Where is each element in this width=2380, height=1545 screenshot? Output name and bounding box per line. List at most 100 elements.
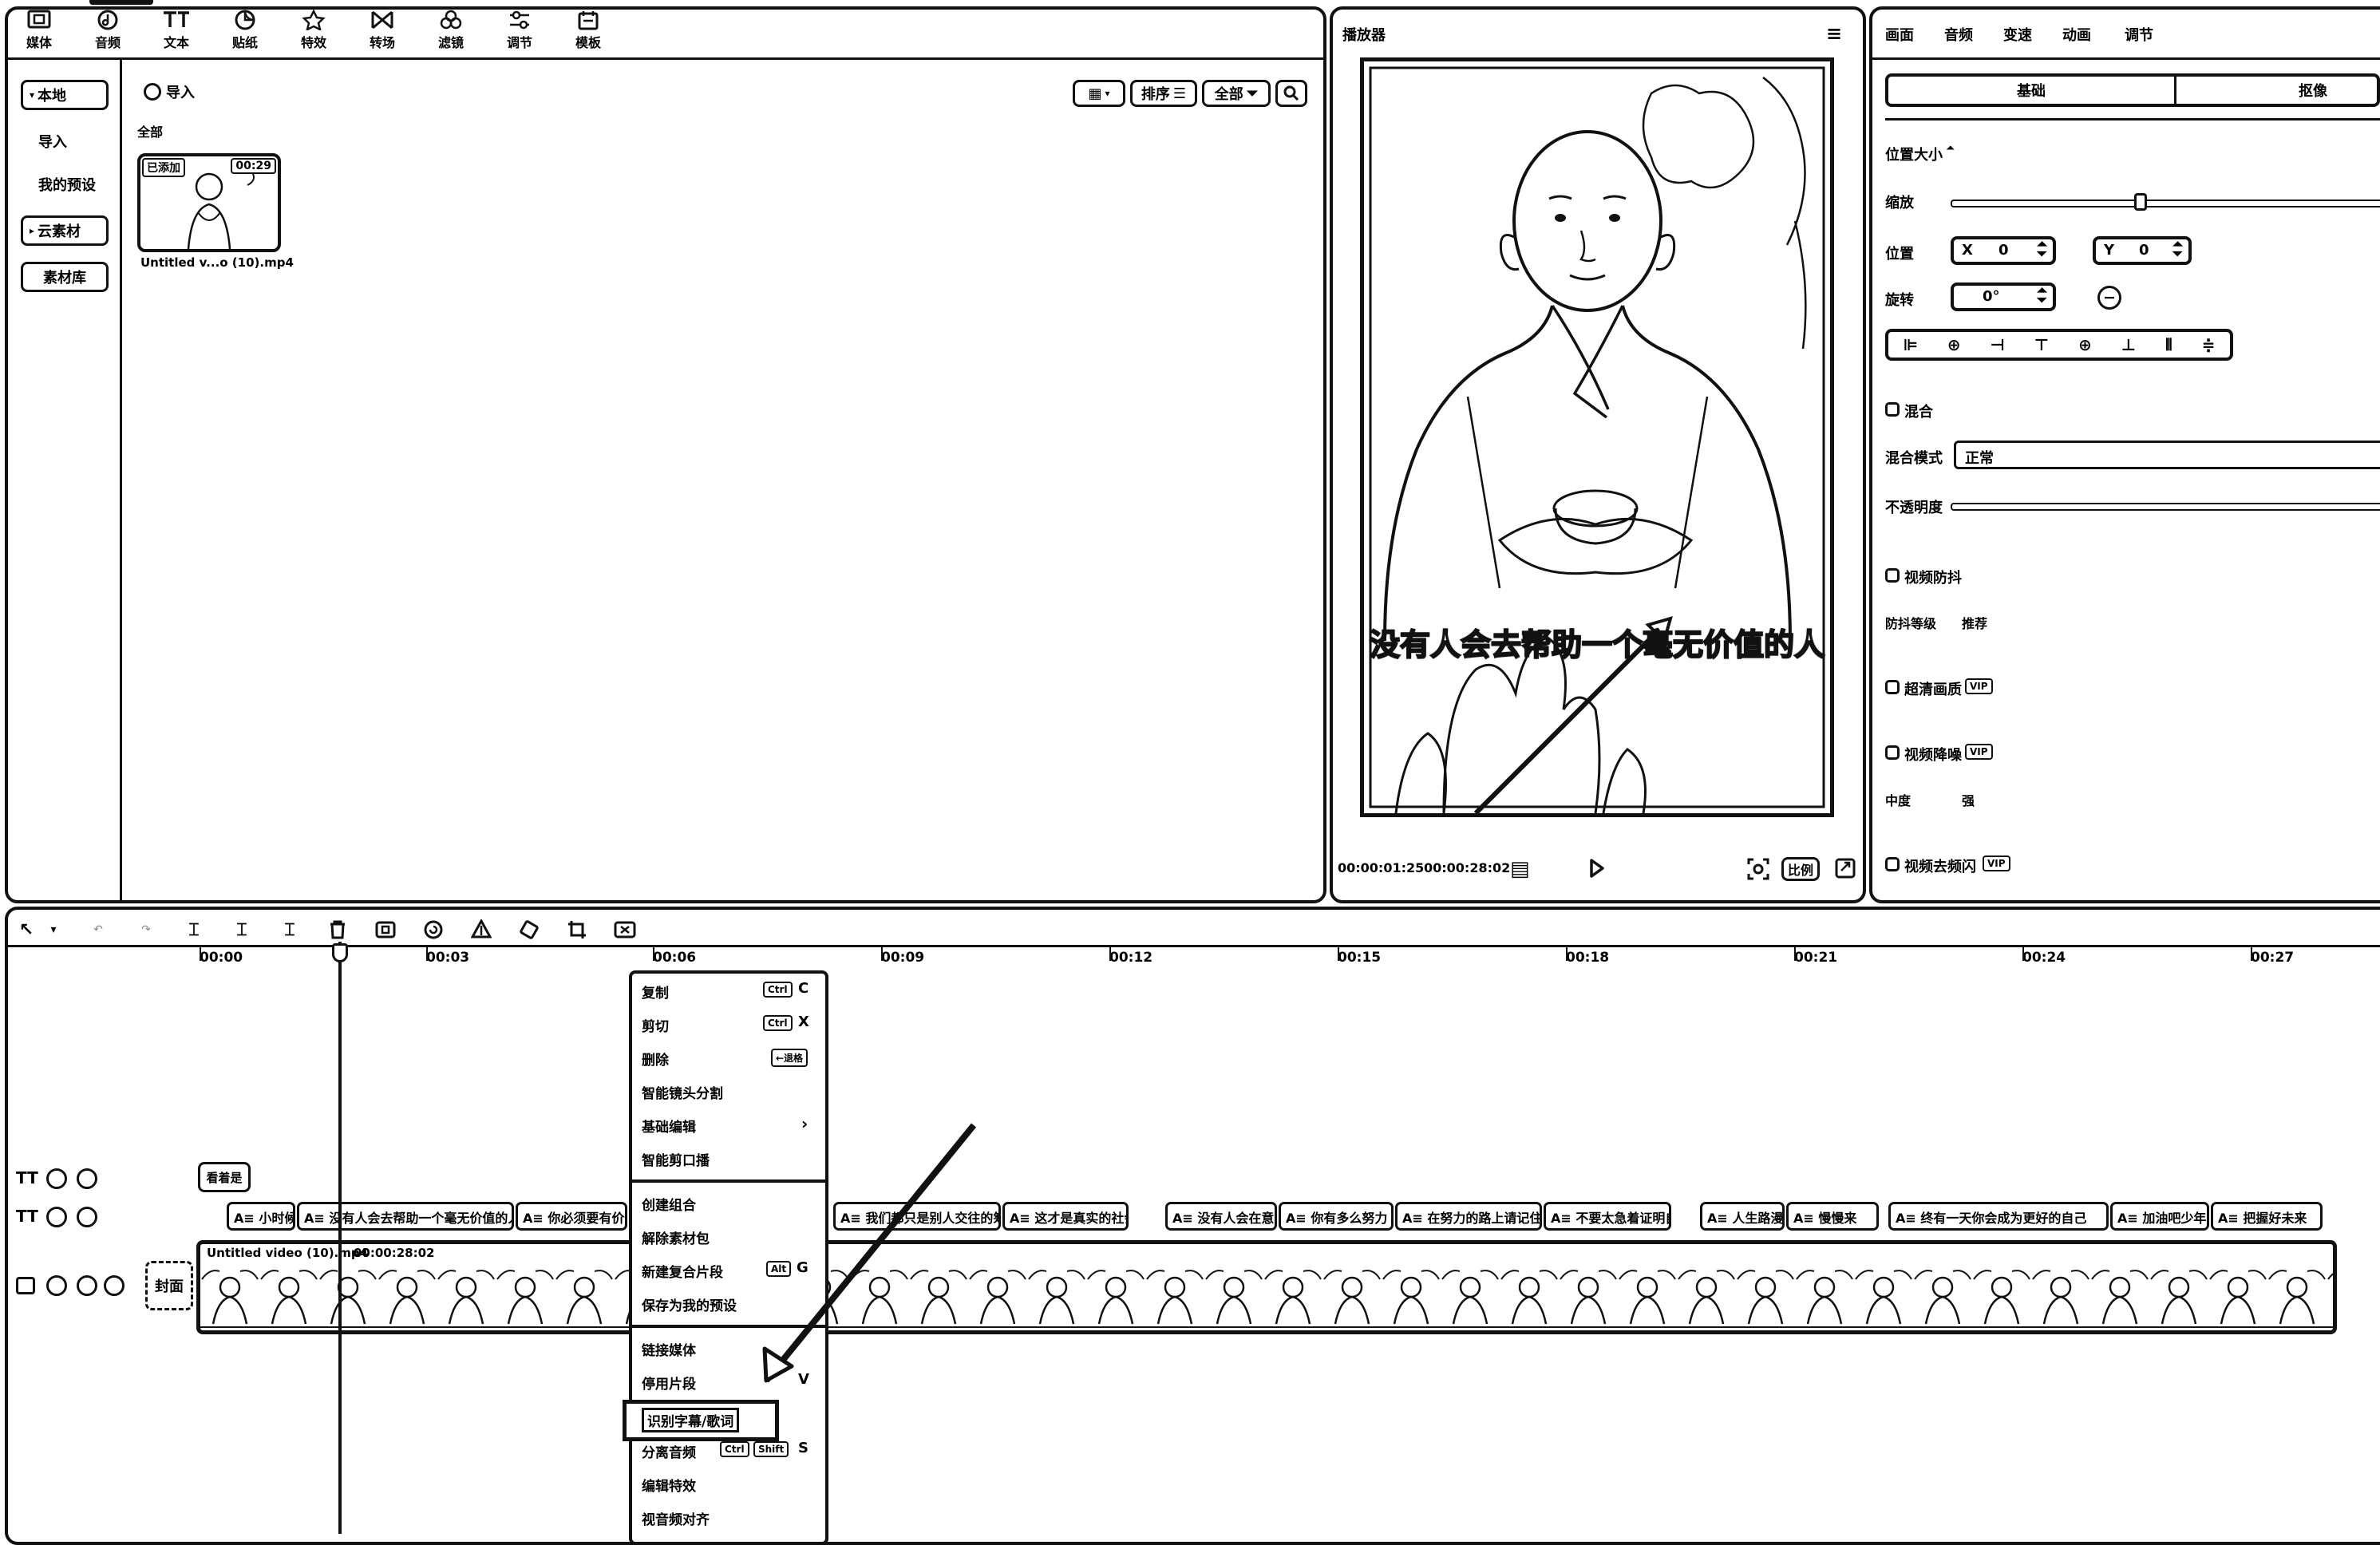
subtab-basic[interactable]: 基础: [1888, 77, 2176, 104]
subtitle-clip[interactable]: A≡ 小时候: [227, 1202, 295, 1231]
subtitle-clip[interactable]: A≡ 加油吧少年: [2110, 1202, 2209, 1231]
player-menu-icon[interactable]: ≡: [1826, 22, 1842, 45]
menu-item-delete[interactable]: 删除: [642, 1049, 669, 1069]
playhead[interactable]: [338, 942, 342, 1534]
mirror-icon[interactable]: [468, 916, 495, 943]
sidebar-item-local[interactable]: ▾ 本地: [21, 80, 109, 110]
menu-item-edit-effects[interactable]: 编辑特效: [642, 1475, 696, 1495]
toolbar-item-text[interactable]: 文本: [148, 10, 204, 51]
tab-picture[interactable]: 画面: [1885, 24, 1914, 45]
import-button[interactable]: 导入: [144, 81, 195, 102]
toolbar-item-audio[interactable]: 音频: [80, 10, 136, 51]
tab-animation[interactable]: 动画: [2062, 24, 2091, 45]
position-size-section[interactable]: 位置大小: [1885, 144, 1943, 164]
subtitle-clip[interactable]: A≡ 人生路漫: [1700, 1202, 1785, 1231]
subtitle-clip[interactable]: A≡ 你必须要有价值: [516, 1202, 627, 1231]
sort-button[interactable]: 排序 ☰: [1130, 80, 1197, 107]
stabilize-level-value[interactable]: 推荐: [1962, 613, 1987, 632]
select-tool-icon[interactable]: ↖: [13, 916, 40, 943]
media-item[interactable]: 已添加 00:29: [137, 153, 281, 252]
blend-checkbox[interactable]: [1885, 402, 1900, 417]
toolbar-item-filter[interactable]: 滤镜: [423, 10, 479, 51]
timecode-list-icon[interactable]: ▤: [1510, 857, 1530, 881]
menu-item-av-align[interactable]: 视音频对齐: [642, 1508, 710, 1528]
crop-icon[interactable]: [563, 916, 591, 943]
visibility-icon[interactable]: [77, 1168, 97, 1189]
align-center-v-icon[interactable]: ⊕: [2078, 335, 2092, 354]
playhead-handle[interactable]: [332, 943, 348, 962]
align-top-icon[interactable]: ⊤: [2034, 335, 2049, 354]
freeze-icon[interactable]: [372, 916, 399, 943]
denoise-checkbox[interactable]: [1885, 745, 1900, 760]
chevron-down-icon[interactable]: ▾: [40, 916, 67, 943]
all-filter-dropdown[interactable]: 全部 ⏷: [1202, 80, 1271, 107]
screenshot-button[interactable]: [1746, 857, 1770, 885]
subtitle-clip[interactable]: A≡ 慢慢来: [1786, 1202, 1879, 1231]
menu-item-create-group[interactable]: 创建组合: [642, 1194, 696, 1214]
align-left-icon[interactable]: ⊫: [1903, 335, 1917, 354]
hd-checkbox[interactable]: [1885, 680, 1900, 694]
menu-item-recognize-subtitles[interactable]: 识别字幕/歌词: [642, 1408, 740, 1432]
menu-item-new-compound[interactable]: 新建复合片段: [642, 1261, 723, 1281]
subtab-cutout[interactable]: 抠像: [2299, 80, 2327, 101]
denoise-level-strong[interactable]: 强: [1962, 790, 1975, 809]
lock-icon[interactable]: [46, 1275, 67, 1296]
view-mode-button[interactable]: ▦ ▾: [1073, 80, 1125, 107]
sidebar-item-import[interactable]: 导入: [38, 131, 67, 152]
align-right-icon[interactable]: ⊣: [1990, 335, 2004, 354]
reverse-icon[interactable]: [420, 916, 447, 943]
toolbar-item-media[interactable]: 媒体: [11, 10, 67, 51]
blend-mode-select[interactable]: [1954, 441, 2380, 469]
split-right-icon[interactable]: ⌶: [276, 916, 303, 943]
rotate-dial-icon[interactable]: −: [2097, 286, 2121, 310]
tab-speed[interactable]: 变速: [2003, 24, 2032, 45]
toolbar-item-sticker[interactable]: 贴纸: [217, 10, 273, 51]
menu-item-smart-talk-edit[interactable]: 智能剪口播: [642, 1149, 710, 1169]
menu-item-disable-clip[interactable]: 停用片段: [642, 1373, 696, 1393]
x-stepper[interactable]: ⏶ ⏷: [2037, 238, 2047, 260]
subtitle-clip[interactable]: A≡ 不要太急着证明自己: [1544, 1202, 1671, 1231]
toolbar-item-template[interactable]: 模板: [560, 10, 616, 51]
mute-icon[interactable]: [104, 1275, 125, 1296]
sidebar-item-cloud[interactable]: ▸ 云素材: [21, 215, 109, 246]
toolbar-item-effects[interactable]: 特效: [286, 10, 342, 51]
menu-item-basic-edit[interactable]: 基础编辑: [642, 1116, 696, 1136]
video-clip[interactable]: Untitled video (10).mp4 00:00:28:02: [196, 1240, 2337, 1334]
distribute-h-icon[interactable]: ⦀: [2165, 335, 2172, 354]
lock-icon[interactable]: [46, 1207, 67, 1227]
menu-item-copy[interactable]: 复制: [642, 982, 669, 1002]
search-button[interactable]: [1275, 80, 1307, 107]
undo-icon[interactable]: ↶: [85, 916, 112, 943]
delete-icon[interactable]: [324, 916, 351, 943]
menu-item-separate-audio[interactable]: 分离音频: [642, 1441, 696, 1461]
sidebar-item-library[interactable]: 素材库: [21, 262, 109, 292]
subtitle-clip[interactable]: A≡ 在努力的路上请记住: [1395, 1202, 1542, 1231]
split-left-icon[interactable]: ⌶: [228, 916, 255, 943]
subtitle-clip[interactable]: A≡ 把握好未来: [2211, 1202, 2323, 1231]
visibility-icon[interactable]: [77, 1275, 97, 1296]
ratio-button[interactable]: 比例: [1781, 857, 1820, 881]
subtitle-clip[interactable]: A≡ 没有人会去帮助一个毫无价值的人: [297, 1202, 514, 1231]
menu-item-smart-shot-split[interactable]: 智能镜头分割: [642, 1082, 723, 1102]
menu-item-cut[interactable]: 剪切: [642, 1015, 669, 1035]
distribute-v-icon[interactable]: ≑: [2202, 335, 2216, 354]
deflicker-checkbox[interactable]: [1885, 857, 1900, 871]
rotate-icon[interactable]: [516, 916, 543, 943]
sidebar-item-my-presets[interactable]: 我的预设: [38, 174, 96, 195]
play-button[interactable]: [1585, 857, 1607, 883]
cover-button[interactable]: 封面: [145, 1261, 193, 1310]
toolbar-item-transition[interactable]: 转场: [354, 10, 410, 51]
filter-all[interactable]: 全部: [137, 121, 163, 140]
y-stepper[interactable]: ⏶ ⏷: [2172, 238, 2183, 260]
subtitle-clip[interactable]: A≡ 这才是真实的社会: [1002, 1202, 1129, 1231]
align-center-h-icon[interactable]: ⊕: [1947, 335, 1961, 354]
menu-item-unpack[interactable]: 解除素材包: [642, 1227, 710, 1247]
fullscreen-button[interactable]: [1834, 857, 1856, 883]
scale-slider-track[interactable]: [1951, 200, 2380, 207]
align-bottom-icon[interactable]: ⊥: [2121, 335, 2136, 354]
text-clip[interactable]: 看着是: [198, 1162, 251, 1192]
opacity-slider[interactable]: [1951, 503, 2380, 511]
subtitle-clip[interactable]: A≡ 终有一天你会成为更好的自己: [1888, 1202, 2109, 1231]
denoise-level-medium[interactable]: 中度: [1885, 790, 1911, 809]
lock-icon[interactable]: [46, 1168, 67, 1189]
